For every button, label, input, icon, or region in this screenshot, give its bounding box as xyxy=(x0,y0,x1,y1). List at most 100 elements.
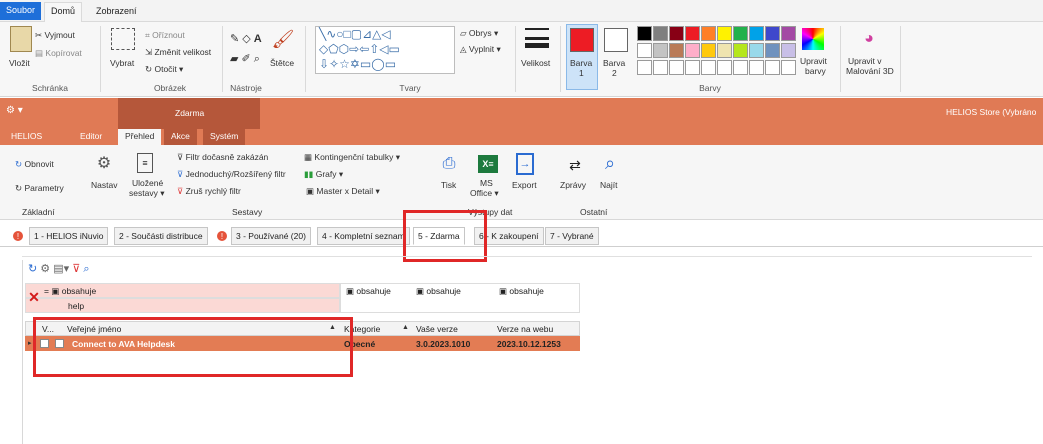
tab-actions[interactable]: Akce xyxy=(164,129,197,145)
office-label2[interactable]: Office ▾ xyxy=(470,188,499,199)
settings-button[interactable]: Nastav xyxy=(91,180,117,190)
palette-swatch[interactable] xyxy=(653,60,668,75)
palette-swatch[interactable] xyxy=(669,60,684,75)
eraser-icon[interactable]: ▰ ✐ ⌕ xyxy=(230,52,260,66)
clear-filter-icon[interactable]: ✕ xyxy=(28,288,40,306)
palette-swatch[interactable] xyxy=(765,60,780,75)
gear-icon[interactable]: ⚙ ▾ xyxy=(6,105,23,116)
outline-button[interactable]: ▱ Obrys ▾ xyxy=(460,28,498,39)
palette-swatch[interactable] xyxy=(701,43,716,58)
messages-button[interactable]: Zprávy xyxy=(560,180,586,190)
master-button[interactable]: ▣ Master x Detail ▾ xyxy=(306,186,380,197)
paint3d-line1[interactable]: Upravit v xyxy=(848,56,882,66)
tab-helios[interactable]: HELIOS xyxy=(4,129,49,145)
select-button[interactable]: Vybrat xyxy=(110,58,134,68)
palette-swatch[interactable] xyxy=(749,60,764,75)
palette-swatch[interactable] xyxy=(685,60,700,75)
print-icon[interactable]: ⎙ xyxy=(438,153,460,175)
brush-icon[interactable]: 🖌 xyxy=(272,26,295,52)
palette-swatch[interactable] xyxy=(781,43,796,58)
palette-swatch[interactable] xyxy=(749,43,764,58)
grid-settings-icon[interactable]: ⚙ xyxy=(40,263,50,275)
palette-swatch[interactable] xyxy=(637,60,652,75)
paint3d-line2[interactable]: Malování 3D xyxy=(846,66,894,76)
palette-swatch[interactable] xyxy=(733,26,748,41)
copy-button[interactable]: ▤ Kopírovat xyxy=(35,48,82,59)
office-label[interactable]: MS xyxy=(480,178,493,188)
export-button[interactable]: Export xyxy=(512,180,537,190)
export-icon[interactable]: → xyxy=(516,153,534,175)
pivot-button[interactable]: ▦ Kontingenční tabulky ▾ xyxy=(304,152,400,163)
messages-icon[interactable]: ⇄ xyxy=(563,155,587,175)
brushes-button[interactable]: Štětce xyxy=(270,58,294,68)
edit-colors-line1[interactable]: Upravit xyxy=(800,56,827,66)
find-icon[interactable]: ⌕ xyxy=(599,151,621,175)
palette-swatch[interactable] xyxy=(653,43,668,58)
palette-swatch[interactable] xyxy=(717,60,732,75)
settings-icon[interactable]: ⚙ xyxy=(94,153,114,173)
filter-op-category[interactable]: ▣ obsahuje xyxy=(342,284,395,299)
params-button[interactable]: ↻ Parametry xyxy=(15,183,64,194)
grid-find-icon[interactable]: ⌕ xyxy=(83,263,89,275)
excel-icon[interactable]: X≡ xyxy=(478,155,498,173)
palette-swatch[interactable] xyxy=(781,60,796,75)
doctab-3[interactable]: 3 - Používané (20) xyxy=(231,227,311,245)
print-button[interactable]: Tisk xyxy=(441,180,456,190)
grid-reports-icon[interactable]: ▤▾ xyxy=(53,263,69,275)
palette-swatch[interactable] xyxy=(717,26,732,41)
filter-op-version[interactable]: ▣ obsahuje xyxy=(412,284,465,299)
charts-button[interactable]: ▮▮ Grafy ▾ xyxy=(304,169,343,180)
palette-swatch[interactable] xyxy=(685,43,700,58)
palette-swatch[interactable] xyxy=(765,26,780,41)
fill-button[interactable]: ◬ Vyplnit ▾ xyxy=(460,44,501,55)
filter-cancel-button[interactable]: ⊽ Zruš rychlý filtr xyxy=(177,186,241,197)
palette-swatch[interactable] xyxy=(717,43,732,58)
palette-swatch[interactable] xyxy=(669,26,684,41)
filter-disabled-button[interactable]: ⊽ Filtr dočasně zakázán xyxy=(177,152,268,163)
grid-toolbar[interactable]: ↻ ⚙ ▤▾ ⊽ ⌕ xyxy=(28,262,90,276)
doctab-1[interactable]: 1 - HELIOS iNuvio xyxy=(29,227,109,245)
tab-home[interactable]: Domů xyxy=(44,2,83,23)
tab-overview[interactable]: Přehled xyxy=(118,129,162,145)
doctab-7[interactable]: 7 - Vybrané xyxy=(545,227,599,245)
paint3d-icon[interactable]: ◕ xyxy=(858,28,880,50)
find-button[interactable]: Najít xyxy=(600,180,617,190)
select-icon[interactable] xyxy=(111,28,135,50)
tab-file[interactable]: Soubor xyxy=(0,2,42,20)
paste-button[interactable]: Vložit xyxy=(9,58,30,68)
cut-button[interactable]: ✂ Vyjmout xyxy=(35,30,75,41)
palette-swatch[interactable] xyxy=(781,26,796,41)
refresh-button[interactable]: ↻ Obnovit xyxy=(15,159,54,170)
tab-view[interactable]: Zobrazení xyxy=(90,3,143,21)
pencil-icon[interactable]: ✎ ◇ A xyxy=(230,32,262,45)
palette-swatch[interactable] xyxy=(701,60,716,75)
palette-swatch[interactable] xyxy=(669,43,684,58)
tab-editor[interactable]: Editor xyxy=(73,129,109,145)
saved-label2[interactable]: sestavy ▾ xyxy=(129,188,164,199)
col-my-version[interactable]: Vaše verze xyxy=(412,322,462,336)
palette-swatch[interactable] xyxy=(733,43,748,58)
grid-filter-icon[interactable]: ⊽ xyxy=(72,263,80,275)
palette-swatch[interactable] xyxy=(637,26,652,41)
shapes-gallery[interactable]: ╲∿○□▢⊿△◁ ◇⬠⬡⇨⇦⇧◁▭ ⇩✧☆✡▭◯▭ xyxy=(315,26,455,74)
filter-value[interactable]: help xyxy=(64,299,88,313)
palette-swatch[interactable] xyxy=(701,26,716,41)
filter-op-web[interactable]: ▣ obsahuje xyxy=(495,284,548,299)
edit-colors-line2[interactable]: barvy xyxy=(805,66,826,76)
col-web-version[interactable]: Verze na webu xyxy=(493,322,557,336)
saved-label[interactable]: Uložené xyxy=(132,178,163,188)
doctab-2[interactable]: 2 - Součásti distribuce xyxy=(114,227,208,245)
palette-swatch[interactable] xyxy=(685,26,700,41)
palette-swatch[interactable] xyxy=(749,26,764,41)
paste-icon[interactable] xyxy=(10,26,32,52)
palette-swatch[interactable] xyxy=(765,43,780,58)
edit-colors-icon[interactable] xyxy=(802,28,824,50)
color2-swatch[interactable] xyxy=(604,28,628,52)
saved-reports-icon[interactable]: ≡ xyxy=(137,153,153,173)
rotate-button[interactable]: ↻ Otočit ▾ xyxy=(145,64,183,75)
palette-swatch[interactable] xyxy=(637,43,652,58)
filter-simple-button[interactable]: ⊽ Jednoduchý/Rozšířený filtr xyxy=(177,169,286,180)
color-palette[interactable] xyxy=(637,26,807,82)
crop-button[interactable]: ⌗ Oříznout xyxy=(145,30,185,41)
palette-swatch[interactable] xyxy=(733,60,748,75)
